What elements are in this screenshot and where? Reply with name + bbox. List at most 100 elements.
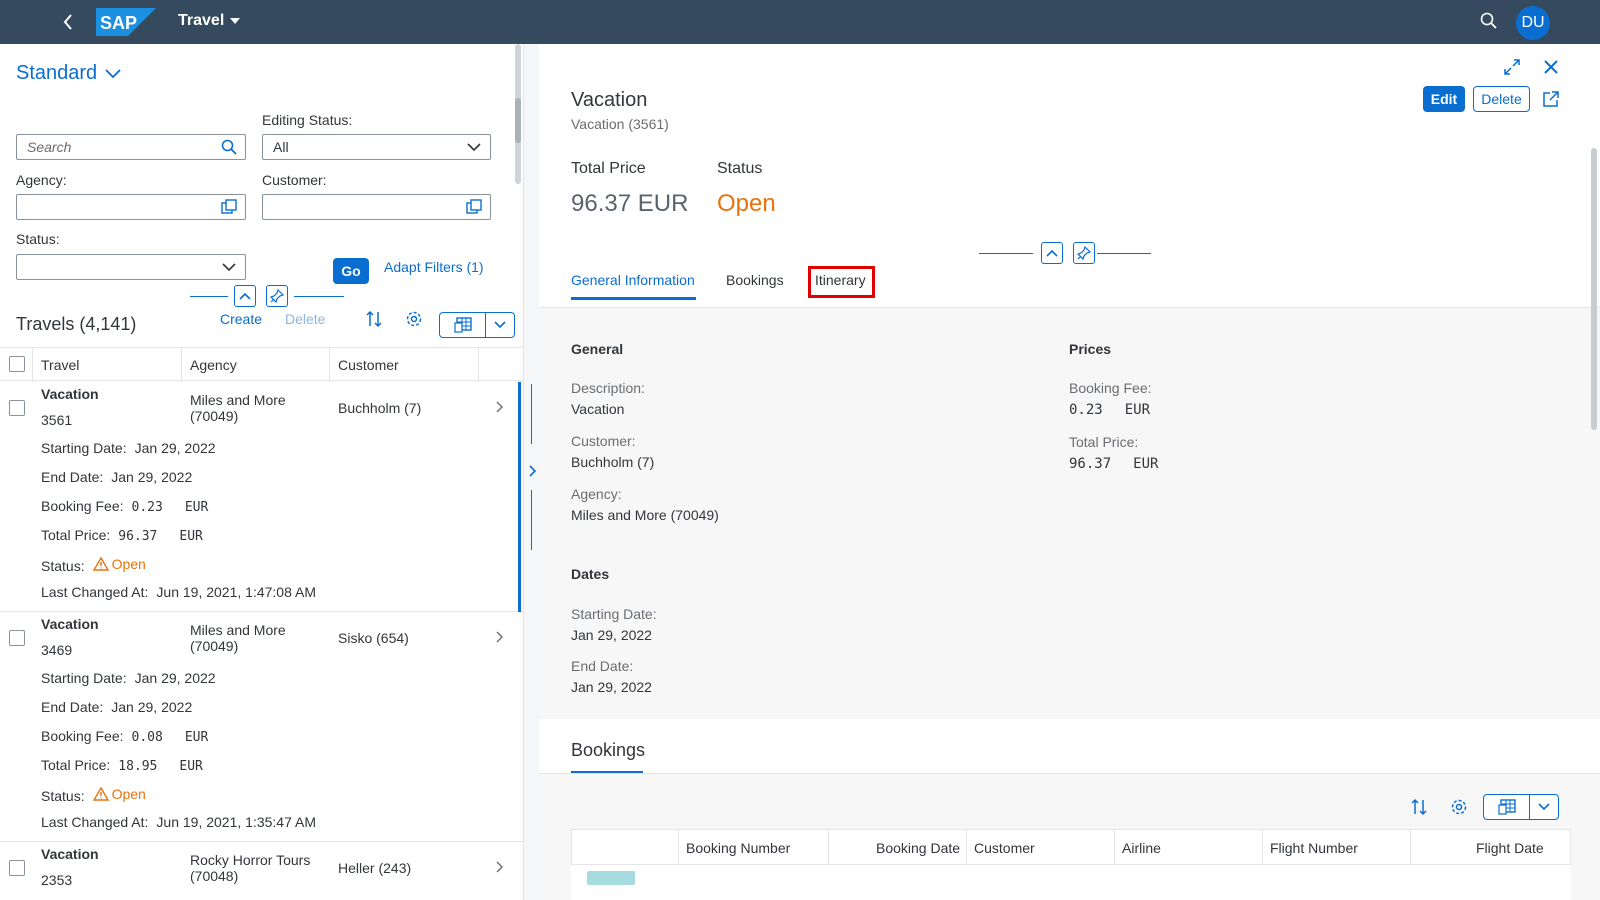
total-price-amount: 96.37 [1069, 456, 1112, 472]
status-indicator [587, 871, 635, 885]
export-button[interactable] [1484, 795, 1530, 819]
agency-cell: Rocky Horror Tours (70048) [190, 852, 320, 884]
row-checkbox[interactable] [9, 400, 25, 416]
column-booking-date[interactable]: Booking Date [876, 840, 960, 856]
search-button[interactable] [1480, 12, 1500, 32]
agency-cell: Miles and More (70049) [190, 392, 320, 424]
go-button[interactable]: Go [333, 258, 369, 284]
back-button[interactable] [58, 10, 78, 34]
search-input[interactable]: Search [16, 134, 246, 160]
total-price-value: 96.37 EUR [1069, 456, 1158, 472]
starting-date-value: Jan 29, 2022 [571, 627, 652, 643]
customer-input[interactable] [262, 194, 491, 220]
starting-date-value: Jan 29, 2022 [134, 440, 216, 456]
adapt-filters-button[interactable]: Adapt Filters (1) [384, 259, 484, 275]
app-title-menu[interactable]: Travel [178, 12, 241, 30]
export-split-button[interactable] [439, 312, 515, 338]
export-menu-button[interactable] [1530, 795, 1558, 819]
bookings-table-header: Booking Number Booking Date Customer Air… [571, 829, 1571, 865]
column-splitter[interactable] [523, 44, 539, 900]
header-hairline [294, 296, 344, 297]
column-travel[interactable]: Travel [41, 357, 79, 373]
table-row[interactable] [571, 865, 1571, 900]
settings-button[interactable] [1448, 796, 1470, 818]
last-changed-label: Last Changed At: [41, 814, 149, 830]
total-price-label: Total Price: [41, 757, 111, 773]
status-field: Status: Open [41, 556, 146, 574]
column-flight-date[interactable]: Flight Date [1476, 840, 1544, 856]
close-icon[interactable] [1543, 59, 1559, 75]
table-header: Travel Agency Customer [0, 347, 523, 382]
table-row[interactable]: Vacation 3469 Miles and More (70049) Sis… [0, 612, 523, 842]
table-row[interactable]: Vacation 2353 Rocky Horror Tours (70048)… [0, 842, 523, 900]
detail-scrollbar[interactable] [1591, 148, 1597, 430]
fullscreen-icon[interactable] [1503, 58, 1521, 76]
user-avatar[interactable]: DU [1516, 6, 1550, 40]
gear-icon [1451, 799, 1467, 815]
collapse-header-button[interactable] [234, 285, 256, 307]
tab-general-information[interactable]: General Information [571, 272, 695, 288]
editing-status-select[interactable]: All [262, 134, 491, 160]
create-button[interactable]: Create [220, 311, 262, 327]
total-price-value: 96.37 [118, 529, 158, 544]
search-placeholder: Search [27, 139, 72, 155]
sort-button[interactable] [363, 308, 385, 330]
sap-logo[interactable]: SAP [96, 8, 156, 36]
list-pane: Standard Editing Status: Search All Agen… [0, 44, 523, 900]
agency-name: Miles and More [190, 622, 286, 638]
delete-button[interactable]: Delete [285, 311, 325, 327]
agency-name: Rocky Horror Tours [190, 852, 311, 868]
total-price-label: Total Price: [1069, 434, 1139, 450]
row-checkbox[interactable] [9, 630, 25, 646]
caret-down-icon [230, 18, 241, 24]
table-row[interactable]: Vacation 3561 Miles and More (70049) Buc… [0, 382, 523, 612]
last-changed-value: Jun 19, 2021, 1:35:47 AM [156, 814, 316, 830]
pin-header-button[interactable] [1073, 242, 1095, 264]
variant-selector[interactable]: Standard [16, 62, 121, 85]
value-help-icon[interactable] [466, 199, 482, 215]
sort-button[interactable] [1408, 796, 1430, 818]
collapse-header-button[interactable] [1041, 242, 1063, 264]
status-label: Status: [41, 788, 85, 804]
end-date-label: End Date: [41, 469, 104, 485]
column-flight-number[interactable]: Flight Number [1270, 840, 1358, 856]
row-checkbox[interactable] [9, 860, 25, 876]
export-button[interactable] [440, 313, 486, 337]
settings-button[interactable] [403, 308, 425, 330]
chevron-right-icon[interactable] [493, 630, 505, 644]
status-select[interactable] [16, 254, 246, 280]
delete-button[interactable]: Delete [1473, 86, 1530, 112]
header-hairline [190, 296, 228, 297]
chevron-right-icon[interactable] [493, 400, 505, 414]
warning-icon [92, 557, 109, 571]
agency-input[interactable] [16, 194, 246, 220]
chevron-left-icon [63, 14, 72, 30]
tab-bookings[interactable]: Bookings [726, 272, 784, 288]
last-changed-field: Last Changed At: Jun 19, 2021, 1:35:47 AM [41, 814, 316, 830]
column-customer[interactable]: Customer [974, 840, 1035, 856]
edit-button[interactable]: Edit [1423, 86, 1465, 112]
export-menu-button[interactable] [486, 313, 514, 337]
export-split-button[interactable] [1483, 794, 1559, 820]
share-icon[interactable] [1542, 90, 1560, 108]
sort-icon [366, 310, 382, 328]
booking-fee-currency: EUR [184, 500, 209, 515]
column-booking-number[interactable]: Booking Number [686, 840, 790, 856]
kpi-status-label: Status [717, 160, 763, 177]
chevron-right-icon[interactable] [527, 464, 537, 478]
pin-header-button[interactable] [266, 285, 288, 307]
column-customer[interactable]: Customer [338, 357, 399, 373]
customer-cell: Heller (243) [338, 860, 412, 876]
column-airline[interactable]: Airline [1122, 840, 1161, 856]
header-hairline [979, 253, 1033, 254]
kpi-price-value: 96.37 EUR [571, 190, 689, 217]
chevron-right-icon[interactable] [493, 860, 505, 874]
starting-date-field: Starting Date: Jan 29, 2022 [41, 670, 216, 686]
value-help-icon[interactable] [221, 199, 237, 215]
list-scrollbar-thumb[interactable] [515, 98, 521, 143]
select-all-checkbox[interactable] [9, 356, 25, 372]
description-value: Vacation [571, 401, 625, 417]
customer-label: Customer: [571, 433, 636, 449]
column-agency[interactable]: Agency [190, 357, 237, 373]
status-label: Status: [41, 558, 85, 574]
